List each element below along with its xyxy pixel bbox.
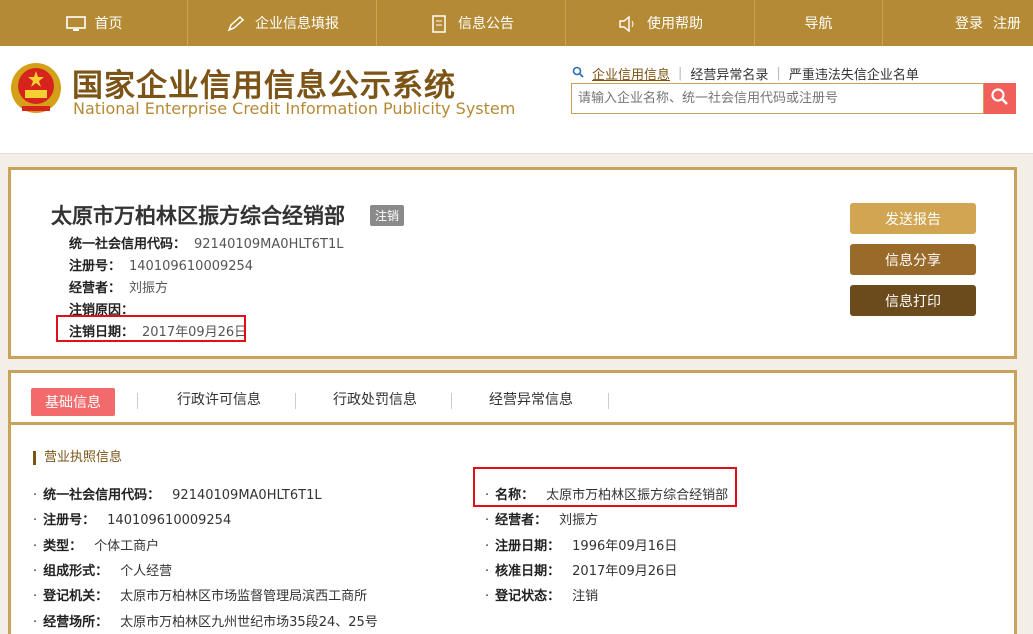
site-header: 国家企业信用信息公示系统 National Enterprise Credit … [0,46,1033,154]
detail-composition: · 组成形式： 个人经营 [33,564,173,579]
share-button[interactable]: 信息分享 [850,244,976,275]
field-value: 刘振方 [129,281,169,296]
detail-registration-authority: · 登记机关： 太原市万柏林区市场监督管理局滨西工商所 [33,589,368,604]
search-type-links: 企业信用信息 | 经营异常名录 | 严重违法失信企业名单 [572,64,919,83]
search-box [571,83,984,114]
field-value: 个体工商户 [94,539,160,554]
detail-operator: · 经营者： 刘振方 [485,513,599,528]
tab-admin-license[interactable]: 行政许可信息 [177,389,261,409]
nav-help[interactable]: 使用帮助 [566,0,755,46]
tab-separator [608,393,609,409]
nav-announcement[interactable]: 信息公告 [377,0,566,46]
nav-announcement-label: 信息公告 [458,16,514,32]
nav-help-label: 使用帮助 [647,16,703,32]
link-dishonest-list[interactable]: 严重违法失信企业名单 [789,64,919,83]
top-navigation: 首页 企业信息填报 信息公告 使用帮助 导航 登录 注册 [0,0,1033,46]
company-summary-card: 太原市万柏林区振方综合经销部 注销 统一社会信用代码： 92140109MA0HL… [8,167,1017,359]
tab-abnormal-operation[interactable]: 经营异常信息 [489,389,573,409]
auth-links: 登录 注册 [955,0,1033,46]
nav-home[interactable]: 首页 [0,0,188,46]
tab-separator [451,393,452,409]
link-separator: | [776,66,781,81]
detail-type: · 类型： 个体工商户 [33,539,160,554]
field-label: 组成形式： [43,564,109,579]
highlight-box-cancel-date [56,315,246,342]
magnifier-icon [572,66,584,82]
summary-reg-number: 注册号： 140109610009254 [69,255,253,274]
search-icon [990,87,1010,111]
field-value: 2017年09月26日 [572,564,678,579]
field-label: 经营场所： [43,615,109,630]
field-label: 类型： [43,539,83,554]
field-value: 140109610009254 [107,513,232,528]
detail-approval-date: · 核准日期： 2017年09月26日 [485,564,678,579]
field-value: 太原市万柏林区市场监督管理局滨西工商所 [120,589,368,604]
site-title-en: National Enterprise Credit Information P… [73,99,516,118]
field-value: 太原市万柏林区九州世纪市场35段24、25号 [120,615,378,630]
field-label: 注册号： [43,513,96,528]
link-abnormal-list[interactable]: 经营异常名录 [690,64,768,83]
nav-home-label: 首页 [94,16,123,32]
link-separator: | [678,66,683,81]
detail-registration-date: · 注册日期： 1996年09月16日 [485,539,678,554]
tab-basic-info[interactable]: 基础信息 [31,388,115,416]
field-label: 登记状态： [495,589,561,604]
tab-admin-penalty[interactable]: 行政处罚信息 [333,389,417,409]
search-button[interactable] [984,83,1016,114]
monitor-icon [65,15,87,31]
section-title: 营业执照信息 [33,451,122,465]
link-enterprise-credit[interactable]: 企业信用信息 [592,64,670,83]
field-label: 统一社会信用代码： [43,488,161,503]
company-detail-panel: 基础信息 行政许可信息 行政处罚信息 经营异常信息 营业执照信息 · 统一社会信用… [8,370,1017,634]
highlight-box-name [473,467,737,507]
field-label: 统一社会信用代码： [69,237,187,252]
send-report-button[interactable]: 发送报告 [850,203,976,234]
field-value: 92140109MA0HLT6T1L [194,237,344,252]
nav-enterprise-report[interactable]: 企业信息填报 [188,0,377,46]
tab-separator [137,393,138,409]
field-value: 92140109MA0HLT6T1L [172,488,322,503]
pen-icon [225,15,247,32]
detail-registration-status: · 登记状态： 注销 [485,589,599,604]
detail-credit-code: · 统一社会信用代码： 92140109MA0HLT6T1L [33,488,322,503]
field-label: 注册号： [69,259,122,274]
detail-business-place: · 经营场所： 太原市万柏林区九州世纪市场35段24、25号 [33,615,378,630]
print-button[interactable]: 信息打印 [850,285,976,316]
field-value: 注销 [572,589,599,604]
status-badge: 注销 [370,205,405,226]
nav-enterprise-report-label: 企业信息填报 [255,16,339,32]
field-value: 刘振方 [559,513,599,528]
tab-separator [295,393,296,409]
detail-reg-number: · 注册号： 140109610009254 [33,513,232,528]
field-value: 140109610009254 [129,259,254,274]
company-name: 太原市万柏林区振方综合经销部 [51,204,345,228]
register-link[interactable]: 注册 [993,13,1021,33]
field-value: 1996年09月16日 [572,539,678,554]
field-label: 核准日期： [495,564,561,579]
field-label: 经营者： [495,513,548,528]
field-label: 注册日期： [495,539,561,554]
nav-navigation[interactable]: 导航 [755,0,883,46]
summary-credit-code: 统一社会信用代码： 92140109MA0HLT6T1L [69,233,343,252]
search-input[interactable] [572,84,983,113]
login-link[interactable]: 登录 [955,13,983,33]
nav-navigation-label: 导航 [804,16,833,32]
field-label: 经营者： [69,281,122,296]
national-emblem-icon [10,60,62,116]
detail-tabs: 基础信息 行政许可信息 行政处罚信息 经营异常信息 [11,373,1014,425]
document-icon [428,15,450,33]
summary-operator: 经营者： 刘振方 [69,277,168,296]
field-label: 登记机关： [43,589,109,604]
speaker-icon [617,15,639,33]
field-value: 个人经营 [120,564,173,579]
